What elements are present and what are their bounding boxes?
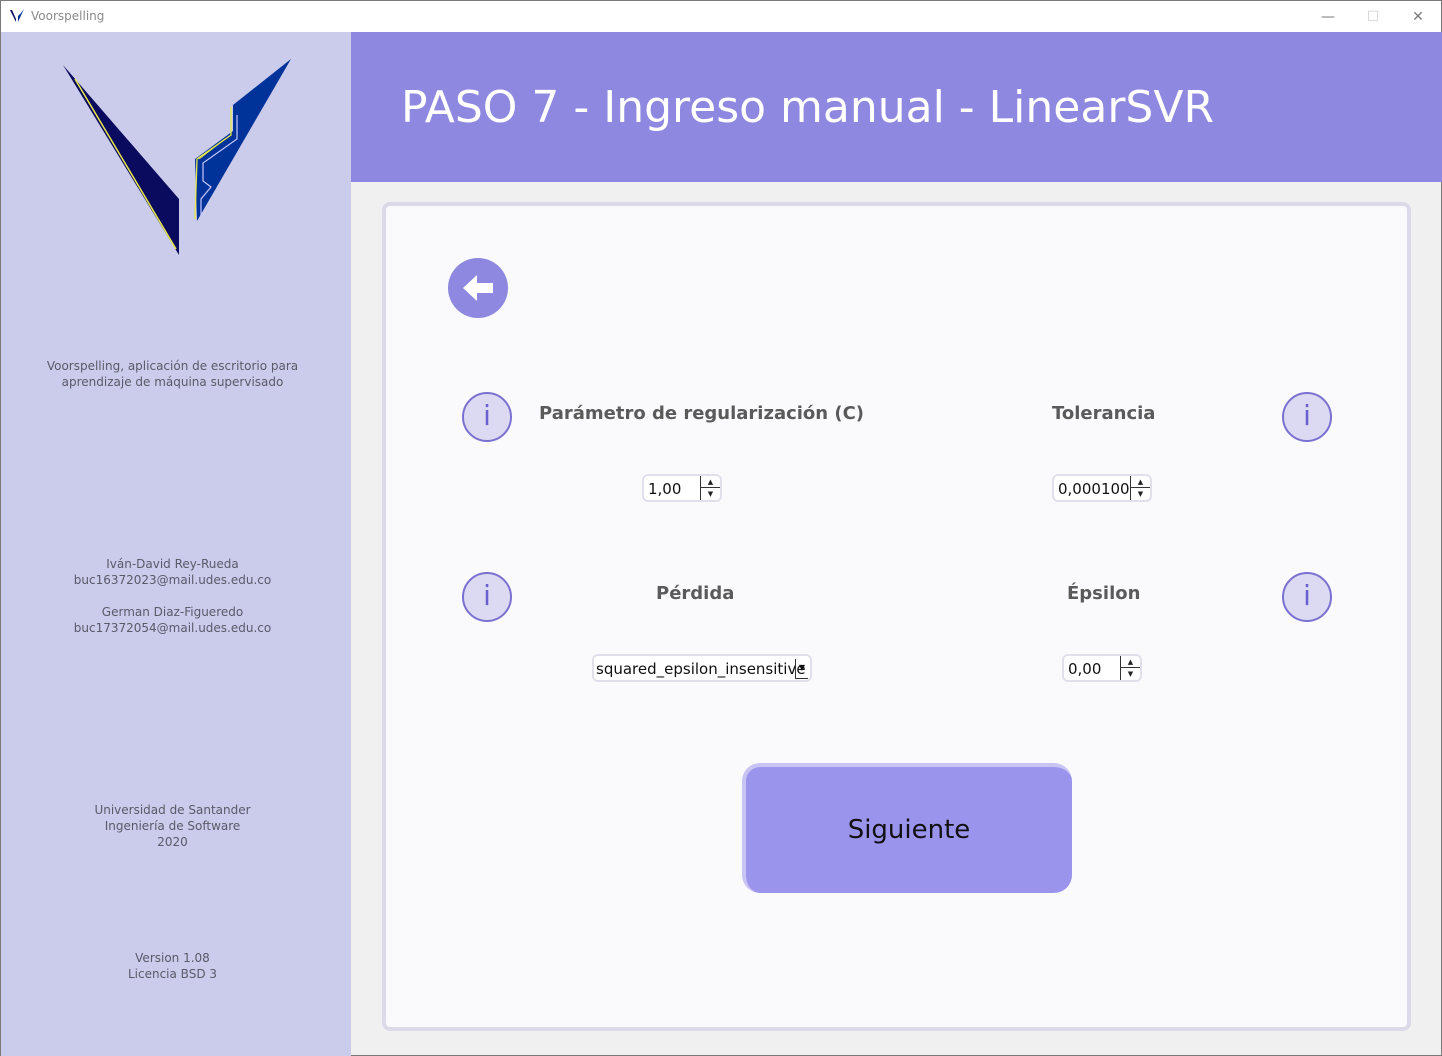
c-value: 1,00: [648, 480, 682, 498]
epsilon-value: 0,00: [1068, 660, 1102, 678]
app-description: Voorspelling, aplicación de escritorio p…: [1, 358, 344, 390]
form-card: i Parámetro de regularización (C) Tolera…: [382, 202, 1411, 1031]
tolerance-info-button[interactable]: i: [1282, 392, 1332, 442]
version-info: Version 1.08 Licencia BSD 3: [1, 950, 344, 982]
voorspelling-logo: [63, 59, 291, 255]
license: Licencia BSD 3: [127, 967, 218, 981]
next-button[interactable]: Siguiente: [742, 763, 1072, 893]
author-email: buc17372054@mail.udes.edu.co: [73, 621, 272, 635]
sidebar: Voorspelling, aplicación de escritorio p…: [1, 32, 351, 1056]
year: 2020: [157, 835, 188, 849]
author-name: German Diaz-Figueredo: [101, 605, 244, 619]
loss-value: squared_epsilon_insensitive: [596, 660, 806, 678]
loss-info-button[interactable]: i: [462, 572, 512, 622]
minimize-button[interactable]: —: [1305, 1, 1351, 32]
epsilon-label: Épsilon: [1067, 583, 1141, 604]
c-increment-button[interactable]: ▲: [701, 476, 720, 488]
description-line: aprendizaje de máquina supervisado: [61, 375, 284, 389]
loss-label: Pérdida: [656, 583, 735, 604]
university-name: Universidad de Santander: [94, 803, 251, 817]
description-line: Voorspelling, aplicación de escritorio p…: [46, 359, 299, 373]
chevron-down-icon[interactable]: ▼: [795, 659, 808, 679]
university-info: Universidad de Santander Ingeniería de S…: [1, 802, 344, 850]
epsilon-spinbox[interactable]: 0,00 ▲ ▼: [1062, 654, 1142, 682]
c-label: Parámetro de regularización (C): [539, 403, 865, 424]
tolerance-decrement-button[interactable]: ▼: [1131, 488, 1150, 500]
epsilon-increment-button[interactable]: ▲: [1121, 656, 1140, 668]
tolerance-label: Tolerancia: [1052, 403, 1156, 424]
authors: Iván-David Rey-Rueda buc16372023@mail.ud…: [1, 556, 344, 636]
tolerance-increment-button[interactable]: ▲: [1131, 476, 1150, 488]
c-decrement-button[interactable]: ▼: [701, 488, 720, 500]
loss-select[interactable]: squared_epsilon_insensitive ▼: [592, 654, 812, 682]
epsilon-spin-arrows: ▲ ▼: [1120, 656, 1140, 680]
version: Version 1.08: [135, 951, 210, 965]
page-title: PASO 7 - Ingreso manual - LinearSVR: [401, 82, 1215, 133]
back-button[interactable]: [448, 258, 508, 318]
close-button[interactable]: ✕: [1395, 1, 1441, 32]
c-spin-arrows: ▲ ▼: [700, 476, 720, 500]
window-title: Voorspelling: [31, 9, 105, 23]
arrow-left-icon: [463, 275, 493, 301]
author-email: buc16372023@mail.udes.edu.co: [73, 573, 272, 587]
author-name: Iván-David Rey-Rueda: [106, 557, 239, 571]
maximize-button[interactable]: ☐: [1350, 1, 1396, 32]
page-header: PASO 7 - Ingreso manual - LinearSVR: [351, 32, 1442, 182]
tolerance-spin-arrows: ▲ ▼: [1130, 476, 1150, 500]
tolerance-value: 0,000100: [1058, 480, 1130, 498]
tolerance-spinbox[interactable]: 0,000100 ▲ ▼: [1052, 474, 1152, 502]
title-bar: Voorspelling — ☐ ✕: [1, 1, 1441, 32]
c-spinbox[interactable]: 1,00 ▲ ▼: [642, 474, 722, 502]
epsilon-info-button[interactable]: i: [1282, 572, 1332, 622]
app-logo-icon: [10, 9, 24, 22]
c-info-button[interactable]: i: [462, 392, 512, 442]
program-name: Ingeniería de Software: [104, 819, 241, 833]
epsilon-decrement-button[interactable]: ▼: [1121, 668, 1140, 680]
